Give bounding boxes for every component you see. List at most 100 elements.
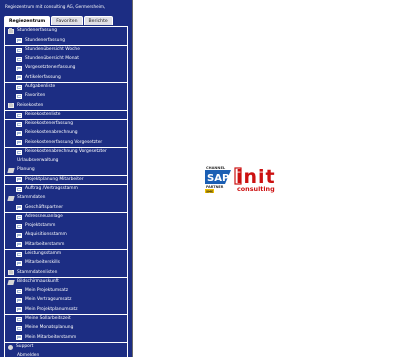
tab-favoriten[interactable]: Favoriten xyxy=(51,16,83,25)
menu-item[interactable]: Reisekostenabrechnung Vorgesetzter xyxy=(5,147,127,157)
menu-item[interactable]: Stammdaten xyxy=(5,194,127,203)
page-icon xyxy=(16,93,22,99)
menu-item[interactable]: Aufgabenliste xyxy=(5,82,127,92)
page-icon xyxy=(16,223,22,229)
menu-item[interactable]: Projektstamm xyxy=(5,221,127,231)
menu-item[interactable]: Mein Projektumsatz xyxy=(5,286,127,296)
page-icon xyxy=(16,66,22,72)
menu-item[interactable]: Mein Vertragsumsatz xyxy=(5,296,127,306)
page-icon xyxy=(16,316,22,322)
page-icon xyxy=(16,261,22,266)
tab-regiezentrum[interactable]: Regiezentrum xyxy=(4,16,51,26)
menu-item[interactable]: Urlaubsverwaltung xyxy=(5,156,127,166)
menu-item-label: Bildschirmauskunft xyxy=(17,278,59,284)
sme-badge-text: SME xyxy=(206,189,213,193)
menu-item-label: Stundenerfassung xyxy=(17,28,58,34)
menu-item-label: Reisekostenliste xyxy=(25,111,61,117)
navigation-frame: Regiezentrum mit consulting AG, Germersh… xyxy=(0,0,133,357)
page-icon xyxy=(16,233,22,239)
tab-berichte[interactable]: Berichte xyxy=(83,16,113,25)
menu-item[interactable]: Reisekostenliste xyxy=(5,110,127,120)
menu-item-label: Stundenerfassung xyxy=(25,37,66,43)
badge-top-text: CHANNEL xyxy=(206,166,226,170)
folder-icon xyxy=(8,28,14,34)
menu-item[interactable]: Stundenübersicht Monat xyxy=(5,54,127,64)
menu-item-label: Reisekostenerfassung Vorgesetzter xyxy=(25,139,103,145)
sap-channel-partner-badge: CHANNEL SAP PARTNER SME xyxy=(205,166,231,193)
menu-item-label: Meine Sollarbeitszeit xyxy=(25,315,71,321)
menu-item[interactable]: Mitarbeiterskills xyxy=(5,259,127,268)
page-icon xyxy=(16,251,22,257)
menu-item[interactable]: Reisekostenabrechnung xyxy=(5,129,127,139)
menu-item[interactable]: Artikelerfassung xyxy=(5,73,127,83)
menu-item[interactable]: Stundenerfassung xyxy=(5,36,127,46)
page-icon xyxy=(16,47,22,53)
menu-item-label: Support xyxy=(16,343,34,349)
page-icon xyxy=(16,335,22,341)
menu-item[interactable]: Mitarbeiterstamm xyxy=(5,240,127,250)
menu-item[interactable]: Meine Sollarbeitszeit xyxy=(5,314,127,324)
menu-item-label: Mein Projektplanumsatz xyxy=(25,306,78,312)
page-icon xyxy=(16,131,22,137)
page-icon xyxy=(16,84,22,90)
navigation-menu: Stundenerfassung Stundenerfassung Stundenü… xyxy=(4,26,128,357)
menu-item[interactable]: Reisekostenerfassung Vorgesetzter xyxy=(5,138,127,148)
menu-item[interactable]: Auftrag /Vertragsstamm xyxy=(5,184,127,194)
page-icon xyxy=(16,112,22,118)
menu-item[interactable]: Support xyxy=(5,342,127,352)
menu-item-label: Stammdatenlisten xyxy=(17,269,58,275)
menu-item-label: Geschäftspartner xyxy=(25,204,64,210)
menu-item[interactable]: Vorgesetztenerfassung xyxy=(5,64,127,74)
menu-item[interactable]: Mein Projektplanumsatz xyxy=(5,305,127,315)
menu-item-label: Stundenübersicht Woche xyxy=(25,46,80,52)
menu-item[interactable]: Projektplanung Mitarbeiter xyxy=(5,175,127,185)
open-folder-icon xyxy=(7,279,15,285)
frame-header-title: Regiezentrum mit consulting AG, Germersh… xyxy=(5,4,106,9)
menu-item[interactable]: Meine Monatsplanung xyxy=(5,324,127,333)
menu-item[interactable]: Planung xyxy=(5,166,127,176)
menu-item[interactable]: Reisekostenerfassung xyxy=(5,119,127,129)
menu-item-label: Favoriten xyxy=(25,93,46,99)
page-icon xyxy=(16,214,22,220)
menu-item-label: Mein Mitarbeiterstamm xyxy=(25,334,77,340)
menu-item-label: Artikelerfassung xyxy=(25,74,61,80)
tab-bar: Regiezentrum Favoriten Berichte xyxy=(4,16,113,26)
menu-item[interactable]: Adressneuanlage xyxy=(5,212,127,222)
page-icon xyxy=(16,56,22,62)
page-icon xyxy=(16,325,22,331)
menu-item[interactable]: Leistungsstamm xyxy=(5,249,127,259)
consulting-text: consulting xyxy=(237,185,275,193)
page-icon xyxy=(16,149,22,155)
page-icon xyxy=(16,140,22,146)
menu-item-label: Mein Projektumsatz xyxy=(25,288,69,294)
menu-item[interactable]: Stammdatenlisten xyxy=(5,268,127,278)
menu-item-label: Reisekostenabrechnung Vorgesetzter xyxy=(25,148,107,154)
blank-icon xyxy=(8,159,14,164)
menu-item[interactable]: Akquisitionsstamm xyxy=(5,231,127,241)
menu-item[interactable]: Mein Mitarbeiterstamm xyxy=(5,333,127,343)
menu-item-label: Mitarbeiterstamm xyxy=(25,241,65,247)
menu-item[interactable]: Favoriten xyxy=(5,91,127,101)
open-folder-icon xyxy=(7,196,15,202)
menu-item[interactable]: Reisekosten xyxy=(5,101,127,111)
menu-item[interactable]: Geschäftspartner xyxy=(5,203,127,213)
sap-init-consulting-logo: CHANNEL SAP PARTNER SME init consulting xyxy=(205,166,275,193)
page-icon xyxy=(16,205,22,211)
menu-item-label: Reisekostenabrechnung xyxy=(25,130,78,136)
menu-item[interactable]: Bildschirmauskunft xyxy=(5,277,127,287)
menu-item[interactable]: Stundenübersicht Woche xyxy=(5,45,127,55)
menu-item-label: Reisekosten xyxy=(17,102,44,108)
menu-item-label: Stundenübersicht Monat xyxy=(25,56,79,62)
menu-item-label: Projektstamm xyxy=(25,223,56,229)
init-brand: init consulting xyxy=(234,166,275,193)
menu-item-label: Stammdaten xyxy=(17,195,46,201)
page-icon xyxy=(16,75,22,81)
folder-icon xyxy=(8,102,14,109)
page-icon xyxy=(16,288,22,294)
menu-item-label: Planung xyxy=(17,167,35,173)
menu-item[interactable]: Abmelden xyxy=(5,351,127,357)
folder-icon xyxy=(8,269,14,276)
page-icon xyxy=(16,186,22,192)
menu-item[interactable]: Stundenerfassung xyxy=(5,27,127,36)
menu-item-label: Leistungsstamm xyxy=(25,251,62,257)
